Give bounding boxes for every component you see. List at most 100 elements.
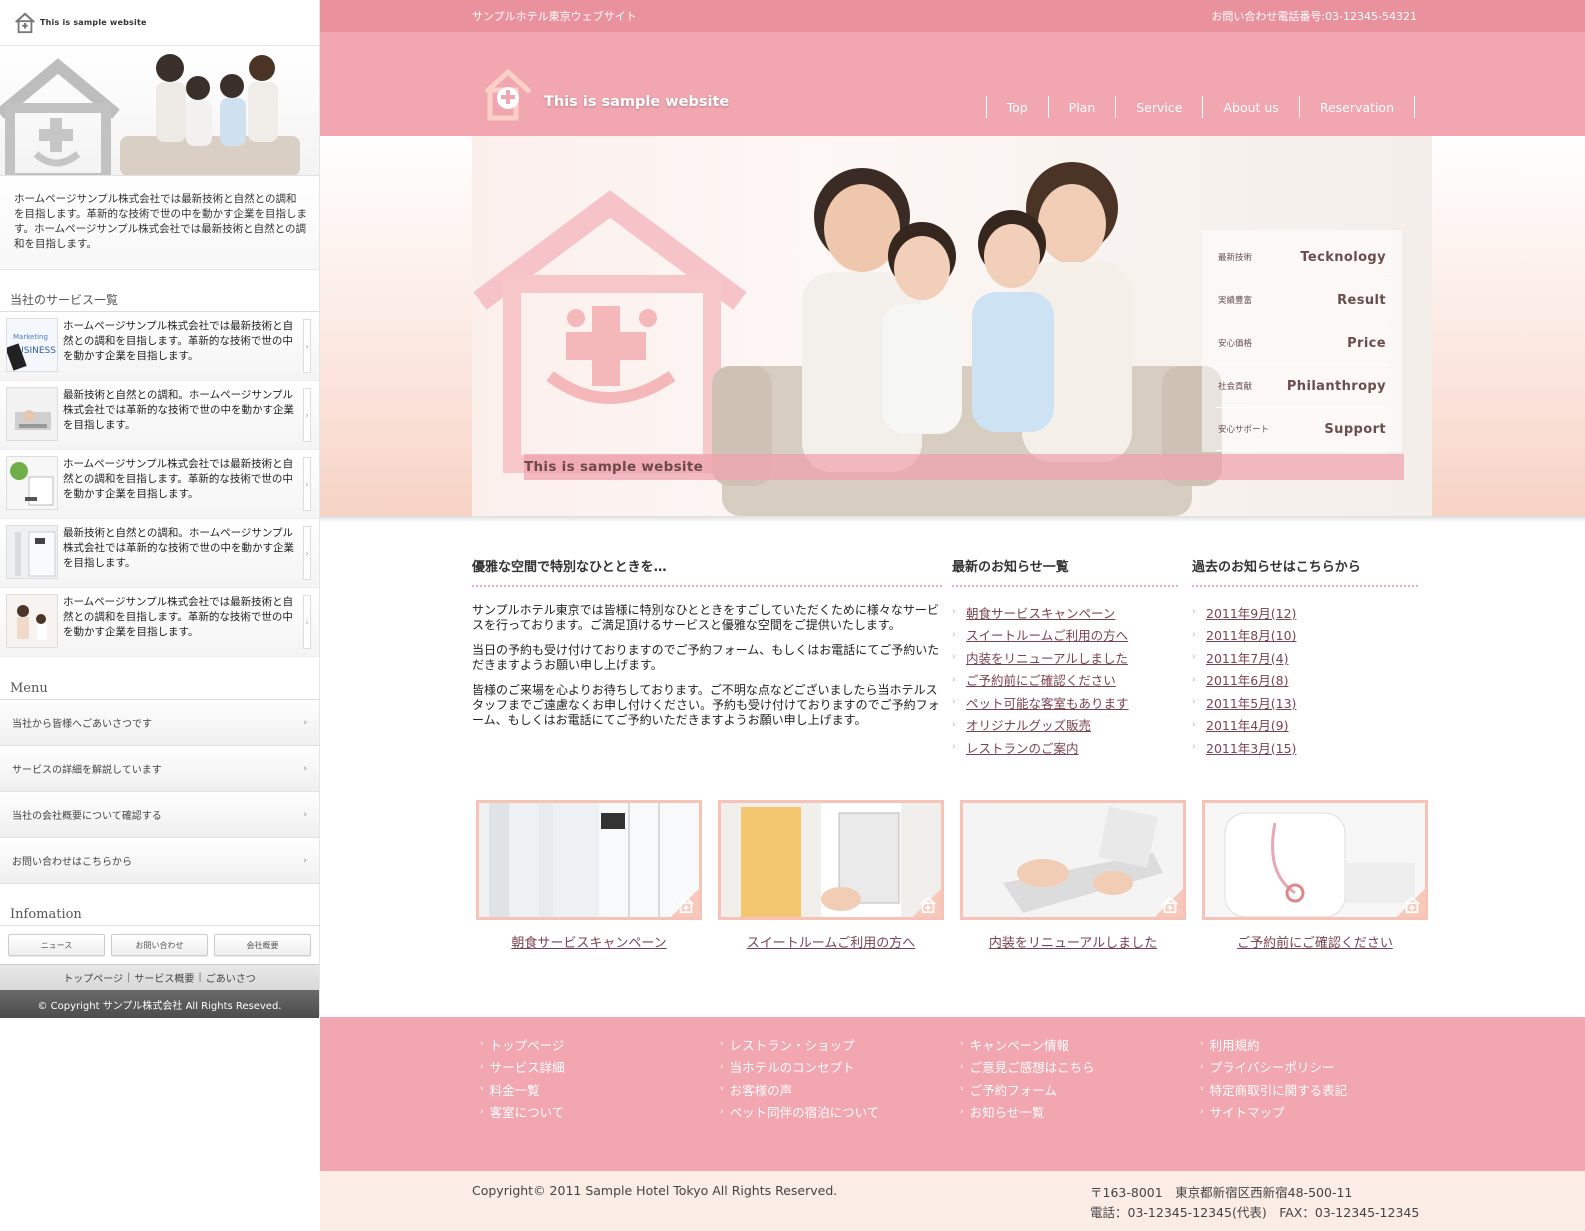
nav-top[interactable]: Top bbox=[985, 96, 1048, 118]
sidebar-hero-image bbox=[0, 46, 319, 176]
card-image[interactable] bbox=[718, 800, 944, 920]
chevron-right-icon[interactable]: › bbox=[303, 319, 311, 373]
card[interactable]: 内装をリニューアルしました bbox=[960, 800, 1186, 951]
intro-title: 優雅な空間で特別なひとときを… bbox=[472, 556, 942, 587]
archive-link[interactable]: 2011年4月(9) bbox=[1206, 715, 1288, 734]
card-caption-link[interactable]: ご予約前にご確認ください bbox=[1237, 936, 1393, 951]
footer-link-service[interactable]: サービス概要 bbox=[134, 970, 194, 985]
footer-link[interactable]: › ペット同伴の宿泊について bbox=[720, 1101, 960, 1124]
site-name: サンプルホテル東京ウェブサイト bbox=[472, 10, 637, 23]
footer-link[interactable]: › トップページ bbox=[480, 1033, 720, 1056]
footer-link[interactable]: › サイトマップ bbox=[1200, 1101, 1440, 1124]
footer-link[interactable]: › ご意見ご感想はこちら bbox=[960, 1056, 1200, 1079]
service-item[interactable]: Marketing BUSINESS ホームページサンプル株式会社では最新技術と自… bbox=[0, 312, 319, 381]
hero-caption-strip: This is sample website bbox=[524, 454, 1404, 480]
footer-links: › トップページ › サービス詳細 › 料金一覧 › 客室について › レストラン・ショッ… bbox=[480, 1033, 1440, 1123]
chevron-right-icon: › bbox=[1200, 1084, 1204, 1095]
news-link[interactable]: レストランのご案内 bbox=[966, 738, 1079, 757]
footer-link[interactable]: › プライバシーポリシー bbox=[1200, 1056, 1440, 1079]
header-logo[interactable]: This is sample website bbox=[480, 66, 729, 122]
footer-link[interactable]: › 当ホテルのコンセプト bbox=[720, 1056, 960, 1079]
news-link[interactable]: ご予約前にご確認ください bbox=[966, 670, 1116, 689]
nav-plan[interactable]: Plan bbox=[1047, 96, 1116, 118]
footer-link[interactable]: › サービス詳細 bbox=[480, 1056, 720, 1079]
main-area: サンプルホテル東京ウェブサイト お問い合わせ電話番号:03-12345-5432… bbox=[320, 0, 1585, 1231]
card[interactable]: スイートルームご利用の方へ bbox=[718, 800, 944, 951]
card-image[interactable] bbox=[960, 800, 1186, 920]
service-item[interactable]: 最新技術と自然との調和。ホームページサンプル株式会社では革新的な技術で世の中を動… bbox=[0, 519, 319, 588]
company-button[interactable]: 会社概要 bbox=[214, 934, 311, 956]
service-item[interactable]: 最新技術と自然との調和。ホームページサンプル株式会社では革新的な技術で世の中を動… bbox=[0, 381, 319, 450]
chevron-right-icon: › bbox=[960, 1039, 964, 1050]
archive-link[interactable]: 2011年7月(4) bbox=[1206, 648, 1288, 667]
feature-result[interactable]: 実績豊富 Result bbox=[1216, 279, 1388, 322]
archive-link[interactable]: 2011年3月(15) bbox=[1206, 738, 1296, 757]
menu-item-company[interactable]: 当社の会社概要について確認する › bbox=[0, 792, 319, 838]
intro-paragraph: 当日の予約も受け付けておりますのでご予約フォーム、もしくはお電話にてご予約いただ… bbox=[472, 643, 940, 672]
news-link[interactable]: スイートルームご利用の方へ bbox=[966, 625, 1128, 644]
services-list: Marketing BUSINESS ホームページサンプル株式会社では最新技術と自… bbox=[0, 312, 319, 657]
house-logo-icon bbox=[15, 11, 35, 33]
footer-link[interactable]: › ご予約フォーム bbox=[960, 1078, 1200, 1101]
nav-service[interactable]: Service bbox=[1115, 96, 1202, 118]
chevron-right-icon: › bbox=[720, 1061, 724, 1072]
footer-link[interactable]: › 特定商取引に関する表記 bbox=[1200, 1078, 1440, 1101]
archive-item: › 2011年5月(13) bbox=[1192, 691, 1418, 714]
contact-button[interactable]: お問い合わせ bbox=[111, 934, 208, 956]
card-caption-link[interactable]: 内装をリニューアルしました bbox=[989, 936, 1157, 951]
chevron-right-icon[interactable]: › bbox=[303, 595, 311, 649]
info-heading: Infomation bbox=[0, 884, 319, 926]
news-link[interactable]: オリジナルグッズ販売 bbox=[966, 715, 1091, 734]
chevron-right-icon: › bbox=[480, 1106, 484, 1117]
nav-about-us[interactable]: About us bbox=[1202, 96, 1298, 118]
footer-link[interactable]: › レストラン・ショップ bbox=[720, 1033, 960, 1056]
feature-box: 最新技術 Tecknology 実績豊富 Result 安心価格 Price 社会貢献… bbox=[1202, 230, 1402, 452]
chevron-right-icon: › bbox=[303, 717, 307, 728]
feature-price[interactable]: 安心価格 Price bbox=[1216, 322, 1388, 365]
footer-link[interactable]: › 利用規約 bbox=[1200, 1033, 1440, 1056]
feature-support[interactable]: 安心サポート Support bbox=[1216, 408, 1388, 451]
archive-title: 過去のお知らせはこちらから bbox=[1192, 556, 1418, 587]
card-image[interactable] bbox=[476, 800, 702, 920]
menu-item-greeting[interactable]: 当社から皆様へごあいさつです › bbox=[0, 700, 319, 746]
sidebar-logo-text: This is sample website bbox=[40, 18, 147, 27]
footer-link[interactable]: › お知らせ一覧 bbox=[960, 1101, 1200, 1124]
chevron-right-icon: › bbox=[952, 719, 956, 730]
news-link[interactable]: ペット可能な客室もあります bbox=[966, 693, 1129, 712]
card[interactable]: 朝食サービスキャンペーン bbox=[476, 800, 702, 951]
card-caption-link[interactable]: 朝食サービスキャンペーン bbox=[511, 936, 666, 951]
archive-link[interactable]: 2011年9月(12) bbox=[1206, 603, 1296, 622]
news-item: › 朝食サービスキャンペーン bbox=[952, 601, 1178, 624]
chevron-right-icon[interactable]: › bbox=[303, 526, 311, 580]
footer-link[interactable]: › 客室について bbox=[480, 1101, 720, 1124]
footer-column: › レストラン・ショップ › 当ホテルのコンセプト › お客様の声 › ペット同伴の宿泊… bbox=[720, 1033, 960, 1123]
chevron-right-icon[interactable]: › bbox=[303, 388, 311, 442]
nav-reservation[interactable]: Reservation bbox=[1298, 96, 1415, 118]
card-image[interactable] bbox=[1202, 800, 1428, 920]
footer-link-top[interactable]: トップページ bbox=[63, 970, 123, 985]
feature-philanthropy[interactable]: 社会貢献 Philanthropy bbox=[1216, 365, 1388, 408]
footer-link[interactable]: › お客様の声 bbox=[720, 1078, 960, 1101]
service-text: ホームページサンプル株式会社では最新技術と自然との調和を目指します。革新的な技術… bbox=[63, 320, 294, 362]
footer-link[interactable]: › キャンペーン情報 bbox=[960, 1033, 1200, 1056]
service-item[interactable]: ホームページサンプル株式会社では最新技術と自然との調和を目指します。革新的な技術… bbox=[0, 588, 319, 657]
chevron-right-icon[interactable]: › bbox=[303, 457, 311, 511]
card[interactable]: ご予約前にご確認ください bbox=[1202, 800, 1428, 951]
footer-link[interactable]: › 料金一覧 bbox=[480, 1078, 720, 1101]
menu-item-contact[interactable]: お問い合わせはこちらから › bbox=[0, 838, 319, 884]
news-button[interactable]: ニュース bbox=[8, 934, 105, 956]
card-caption-link[interactable]: スイートルームご利用の方へ bbox=[747, 936, 916, 951]
chevron-right-icon: › bbox=[480, 1061, 484, 1072]
footer-link-greeting[interactable]: ごあいさつ bbox=[206, 970, 256, 985]
sidebar-logo[interactable]: This is sample website bbox=[0, 0, 319, 46]
archive-link[interactable]: 2011年8月(10) bbox=[1206, 625, 1296, 644]
news-link[interactable]: 内装をリニューアルしました bbox=[966, 648, 1128, 667]
menu-item-service-detail[interactable]: サービスの詳細を解説しています › bbox=[0, 746, 319, 792]
service-item[interactable]: ホームページサンプル株式会社では最新技術と自然との調和を目指します。革新的な技術… bbox=[0, 450, 319, 519]
archive-link[interactable]: 2011年6月(8) bbox=[1206, 670, 1288, 689]
footer-column: › キャンペーン情報 › ご意見ご感想はこちら › ご予約フォーム › お知らせ一覧 bbox=[960, 1033, 1200, 1123]
news-link[interactable]: 朝食サービスキャンペーン bbox=[966, 603, 1115, 622]
archive-link[interactable]: 2011年5月(13) bbox=[1206, 693, 1296, 712]
intro-column: 優雅な空間で特別なひとときを… サンプルホテル東京では皆様に特別なひとときをすご… bbox=[472, 556, 942, 728]
feature-technology[interactable]: 最新技術 Tecknology bbox=[1216, 236, 1388, 279]
